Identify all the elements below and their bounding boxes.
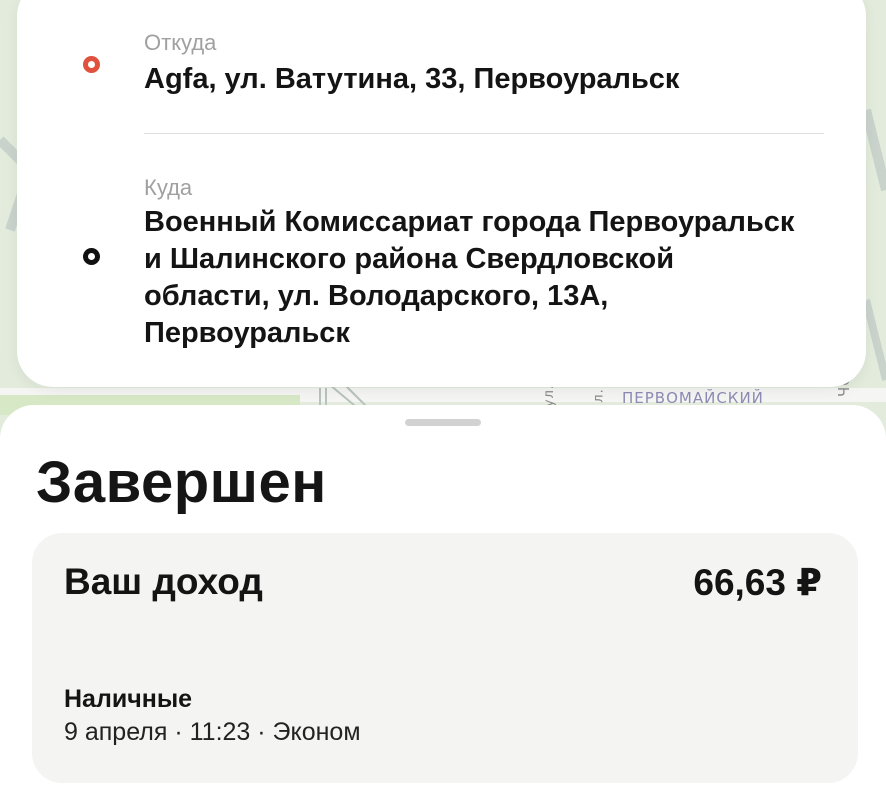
from-label: Откуда: [144, 30, 217, 55]
from-address[interactable]: Agfa, ул. Ватутина, 33, Первоуральск: [144, 61, 804, 98]
income-card[interactable]: Ваш доход 66,63 ₽ Наличные 9 апреля · 11…: [32, 533, 858, 783]
map-street-label: ул.: [542, 383, 558, 408]
sheet-grabber[interactable]: [405, 419, 481, 426]
income-label: Ваш доход: [64, 561, 263, 602]
income-amount: 66,63 ₽: [693, 562, 822, 603]
route-divider: [144, 133, 824, 134]
destination-circle-icon: [83, 248, 100, 265]
order-bottom-sheet: Завершен Ваш доход 66,63 ₽ Наличные 9 ап…: [0, 405, 886, 805]
map-street-label: л.: [591, 388, 607, 403]
to-address[interactable]: Военный Комиссариат города Первоуральск …: [144, 204, 804, 352]
ride-meta: 9 апреля · 11:23 · Эконом: [64, 718, 361, 746]
origin-circle-icon: [83, 56, 100, 73]
order-status-title: Завершен: [36, 450, 327, 515]
payment-method: Наличные: [64, 685, 193, 713]
route-card: Откуда Agfa, ул. Ватутина, 33, Первоурал…: [17, 0, 866, 387]
to-label: Куда: [144, 175, 193, 200]
